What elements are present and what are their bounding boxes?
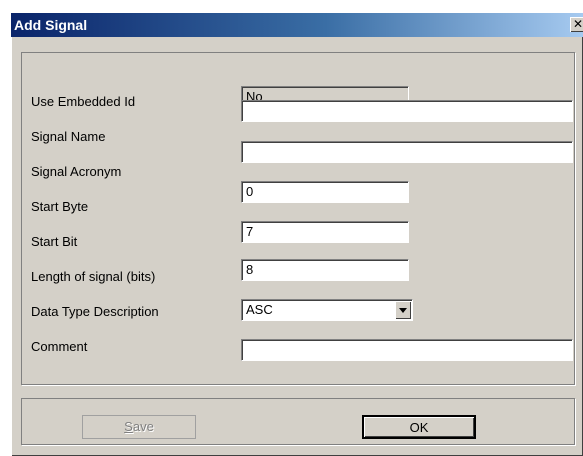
start-bit-label: Start Bit: [31, 234, 78, 249]
embedded-id-label: Use Embedded Id: [31, 94, 136, 109]
dialog-title: Add Signal: [14, 17, 88, 33]
signal-name-input[interactable]: [241, 100, 573, 122]
add-signal-dialog: Add Signal ✕ Use Embedded Id No Signal N…: [11, 13, 583, 456]
comment-label: Comment: [31, 339, 88, 354]
length-input[interactable]: 8: [241, 259, 409, 281]
close-button[interactable]: ✕: [570, 17, 583, 32]
ok-button[interactable]: OK: [362, 415, 476, 439]
chevron-down-icon[interactable]: [395, 301, 411, 319]
data-type-value: ASC: [246, 302, 273, 317]
save-label: ave: [132, 419, 154, 434]
signal-acronym-input[interactable]: [241, 141, 573, 163]
start-byte-label: Start Byte: [31, 199, 89, 214]
start-bit-input[interactable]: 7: [241, 221, 409, 243]
data-type-label: Data Type Description: [31, 304, 159, 319]
signal-name-label: Signal Name: [31, 129, 106, 144]
save-mnemonic: S: [124, 419, 133, 434]
data-type-select[interactable]: ASC: [241, 299, 413, 321]
signal-acronym-label: Signal Acronym: [31, 164, 122, 179]
title-bar[interactable]: Add Signal ✕: [11, 13, 583, 37]
save-button: Save: [82, 415, 196, 439]
length-label: Length of signal (bits): [31, 269, 156, 284]
start-byte-input[interactable]: 0: [241, 181, 409, 203]
comment-input[interactable]: [241, 339, 573, 361]
close-icon: ✕: [572, 17, 583, 31]
